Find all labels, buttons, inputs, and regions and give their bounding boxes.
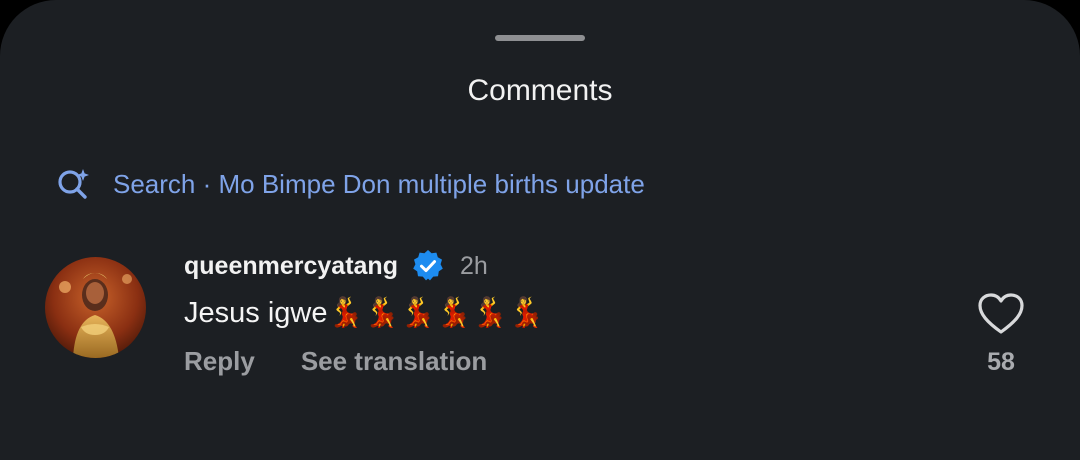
search-suggestion-label: Search · Mo Bimpe Don multiple births up… [113,168,645,199]
avatar[interactable] [45,257,146,358]
username[interactable]: queenmercyatang [184,252,398,281]
reply-button[interactable]: Reply [184,346,255,377]
search-suggestion[interactable]: Search · Mo Bimpe Don multiple births up… [55,164,645,204]
like-count: 58 [987,348,1015,376]
sheet-title: Comments [467,74,613,107]
comment-time: 2h [459,251,488,280]
search-sparkle-icon [55,166,91,202]
comment-header: queenmercyatang 2h [184,248,488,284]
comment-actions: Reply See translation [184,346,487,377]
comments-sheet: Comments Search · Mo Bimpe Don multiple … [0,0,1080,460]
see-translation-button[interactable]: See translation [301,346,487,377]
drag-handle[interactable] [495,35,585,41]
verified-badge-icon [410,248,446,284]
comment-text: Jesus igwe💃💃💃💃💃💃 [184,297,545,329]
heart-icon[interactable] [977,292,1025,336]
